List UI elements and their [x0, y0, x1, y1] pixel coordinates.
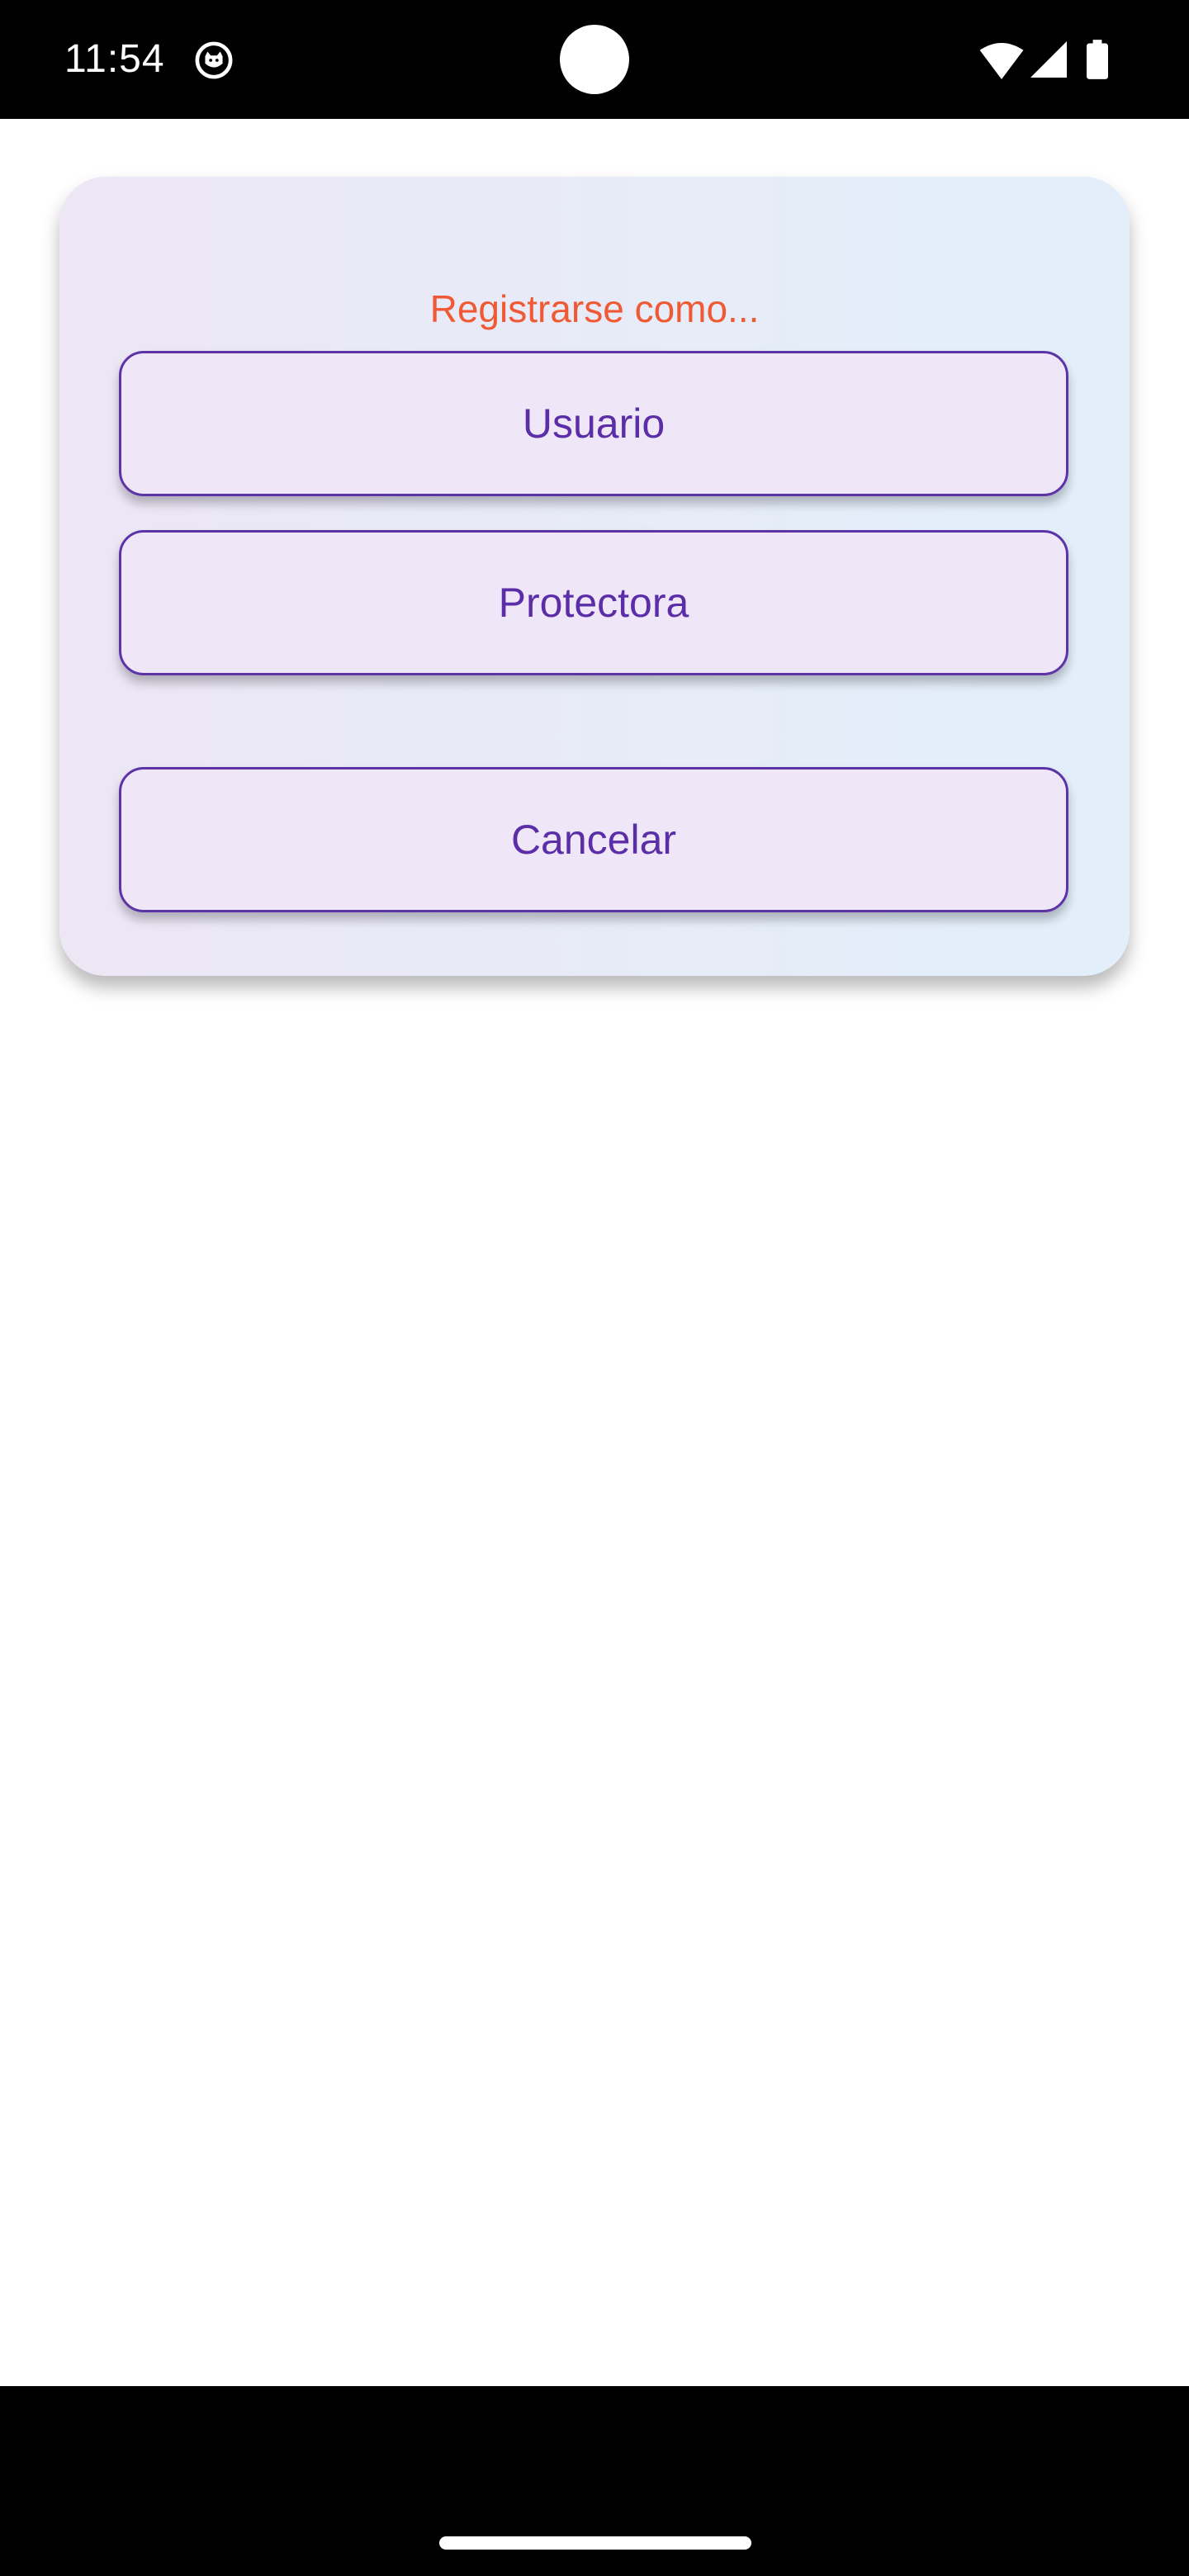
status-time: 11:54: [64, 37, 165, 81]
device-screen: 11:54 Registrarse como... Usuario Protec…: [0, 0, 1189, 2576]
dialog-title: Registrarse como...: [429, 287, 760, 330]
app-content: Registrarse como... Usuario Protectora C…: [0, 119, 1189, 2386]
protectora-button[interactable]: Protectora: [119, 530, 1068, 675]
app-notification-icon: [195, 41, 233, 79]
register-dialog: Registrarse como... Usuario Protectora C…: [59, 177, 1130, 976]
status-bar: 11:54: [0, 0, 1189, 119]
home-indicator[interactable]: [439, 2536, 751, 2550]
battery-icon: [1087, 40, 1108, 79]
signal-icon: [1030, 41, 1067, 78]
usuario-button[interactable]: Usuario: [119, 351, 1068, 496]
navigation-bar: [0, 2386, 1189, 2576]
cancel-button[interactable]: Cancelar: [119, 767, 1068, 912]
camera-cutout: [560, 25, 629, 94]
wifi-icon: [979, 43, 1024, 79]
